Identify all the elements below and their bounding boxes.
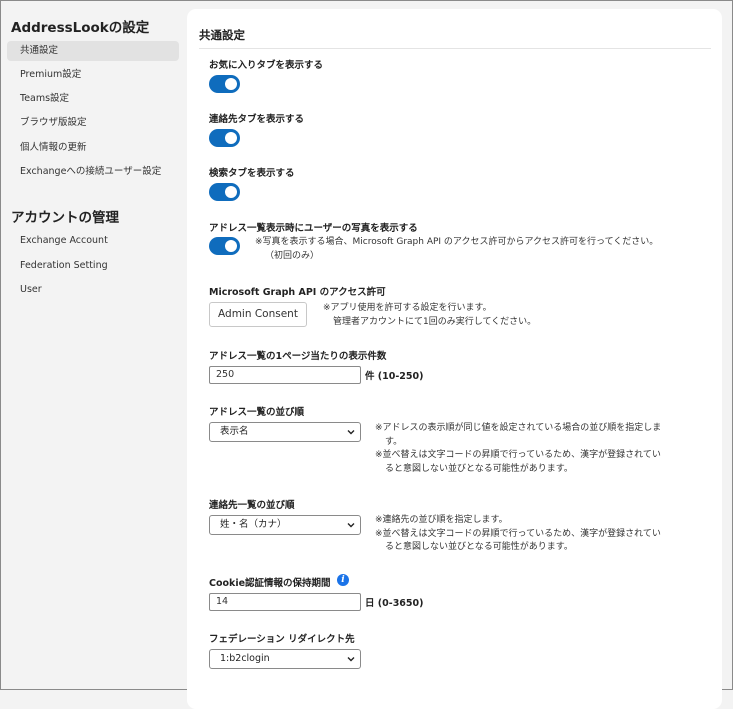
sidebar-item-common-settings[interactable]: 共通設定 xyxy=(7,41,179,61)
info-icon[interactable]: i xyxy=(337,574,349,586)
search-tab-label: 検索タブを表示する xyxy=(209,168,295,179)
address-sort-label: アドレス一覧の並び順 xyxy=(209,407,305,418)
address-sort-note-line: ると意図しない並びとなる可能性があります。 xyxy=(385,463,573,474)
user-photo-note: ※写真を表示する場合、Microsoft Graph API のアクセス許可から… xyxy=(255,236,658,263)
admin-consent-button[interactable]: Admin Consent xyxy=(209,302,307,327)
search-tab-toggle[interactable] xyxy=(209,183,240,201)
cookie-retention-label: Cookie認証情報の保持期間 xyxy=(209,578,331,589)
sidebar-section-title-accounts: アカウントの管理 xyxy=(11,210,119,226)
contact-sort-value: 姓・名（カナ） xyxy=(220,519,287,530)
graph-api-note-line: ※アプリ使用を許可する設定を行います。 xyxy=(323,303,492,313)
user-photo-toggle[interactable] xyxy=(209,237,240,255)
graph-api-label: Microsoft Graph API のアクセス許可 xyxy=(209,287,386,298)
sidebar-item-user[interactable]: User xyxy=(7,280,179,300)
chevron-down-icon xyxy=(347,523,355,528)
contact-sort-select[interactable]: 姓・名（カナ） xyxy=(209,515,361,535)
address-sort-note-line: す。 xyxy=(385,436,403,447)
chevron-down-icon xyxy=(347,657,355,662)
favorites-tab-toggle[interactable] xyxy=(209,75,240,93)
contact-sort-note-line: ※並べ替えは文字コードの昇順で行っているため、漢字が登録されてい xyxy=(375,528,661,539)
sidebar-section-title-settings: AddressLookの設定 xyxy=(11,20,150,36)
sidebar-item-federation-setting[interactable]: Federation Setting xyxy=(7,256,179,276)
cookie-retention-input[interactable]: 14 xyxy=(209,593,361,611)
contact-sort-note-line: ※連絡先の並び順を指定します。 xyxy=(375,515,508,525)
graph-api-note: ※アプリ使用を許可する設定を行います。 管理者アカウントにて1回のみ実行してくだ… xyxy=(323,302,536,329)
title-divider xyxy=(199,48,711,49)
contact-sort-note-line: ると意図しない並びとなる可能性があります。 xyxy=(385,542,573,552)
contacts-tab-label: 連絡先タブを表示する xyxy=(209,114,305,125)
sidebar-item-teams-settings[interactable]: Teams設定 xyxy=(7,89,179,109)
graph-api-note-line: 管理者アカウントにて1回のみ実行してください。 xyxy=(333,316,537,327)
address-sort-value: 表示名 xyxy=(220,426,249,437)
cookie-retention-range: 日 (0-3650) xyxy=(365,598,424,609)
federation-redirect-select[interactable]: 1:b2clogin xyxy=(209,649,361,669)
page-title: 共通設定 xyxy=(199,28,245,42)
federation-redirect-label: フェデレーション リダイレクト先 xyxy=(209,634,355,645)
sidebar-item-personal-info[interactable]: 個人情報の更新 xyxy=(7,138,179,158)
address-sort-note-line: ※並べ替えは文字コードの昇順で行っているため、漢字が登録されてい xyxy=(375,450,661,460)
sidebar: AddressLookの設定 共通設定 Premium設定 Teams設定 ブラ… xyxy=(1,1,187,689)
page-size-input[interactable]: 250 xyxy=(209,366,361,384)
sidebar-item-premium-settings[interactable]: Premium設定 xyxy=(7,65,179,85)
page-size-label: アドレス一覧の1ページ当たりの表示件数 xyxy=(209,351,387,362)
contacts-tab-toggle[interactable] xyxy=(209,129,240,147)
toggle-knob xyxy=(225,78,237,90)
address-sort-select[interactable]: 表示名 xyxy=(209,422,361,442)
address-sort-note: ※アドレスの表示順が同じ値を設定されている場合の並び順を指定しま す。 ※並べ替… xyxy=(375,422,661,476)
chevron-down-icon xyxy=(347,430,355,435)
contact-sort-label: 連絡先一覧の並び順 xyxy=(209,500,295,511)
page-size-range: 件 (10-250) xyxy=(365,371,424,382)
federation-redirect-value: 1:b2clogin xyxy=(220,653,270,664)
user-photo-note-line: ※写真を表示する場合、Microsoft Graph API のアクセス許可から… xyxy=(255,237,659,247)
sidebar-item-exchange-account[interactable]: Exchange Account xyxy=(7,231,179,251)
favorites-tab-label: お気に入りタブを表示する xyxy=(209,60,324,71)
settings-panel: 共通設定 お気に入りタブを表示する 連絡先タブを表示する 検索タブを表示する ア… xyxy=(187,9,722,709)
user-photo-label: アドレス一覧表示時にユーザーの写真を表示する xyxy=(209,223,418,234)
sidebar-item-exchange-user[interactable]: Exchangeへの接続ユーザー設定 xyxy=(7,162,179,182)
contact-sort-note: ※連絡先の並び順を指定します。 ※並べ替えは文字コードの昇順で行っているため、漢… xyxy=(375,514,661,555)
toggle-knob xyxy=(225,186,237,198)
address-sort-note-line: ※アドレスの表示順が同じ値を設定されている場合の並び順を指定しま xyxy=(375,423,662,433)
toggle-knob xyxy=(225,240,237,252)
sidebar-item-browser-settings[interactable]: ブラウザ版設定 xyxy=(7,113,179,133)
user-photo-note-line: （初回のみ） xyxy=(265,250,320,261)
toggle-knob xyxy=(225,132,237,144)
